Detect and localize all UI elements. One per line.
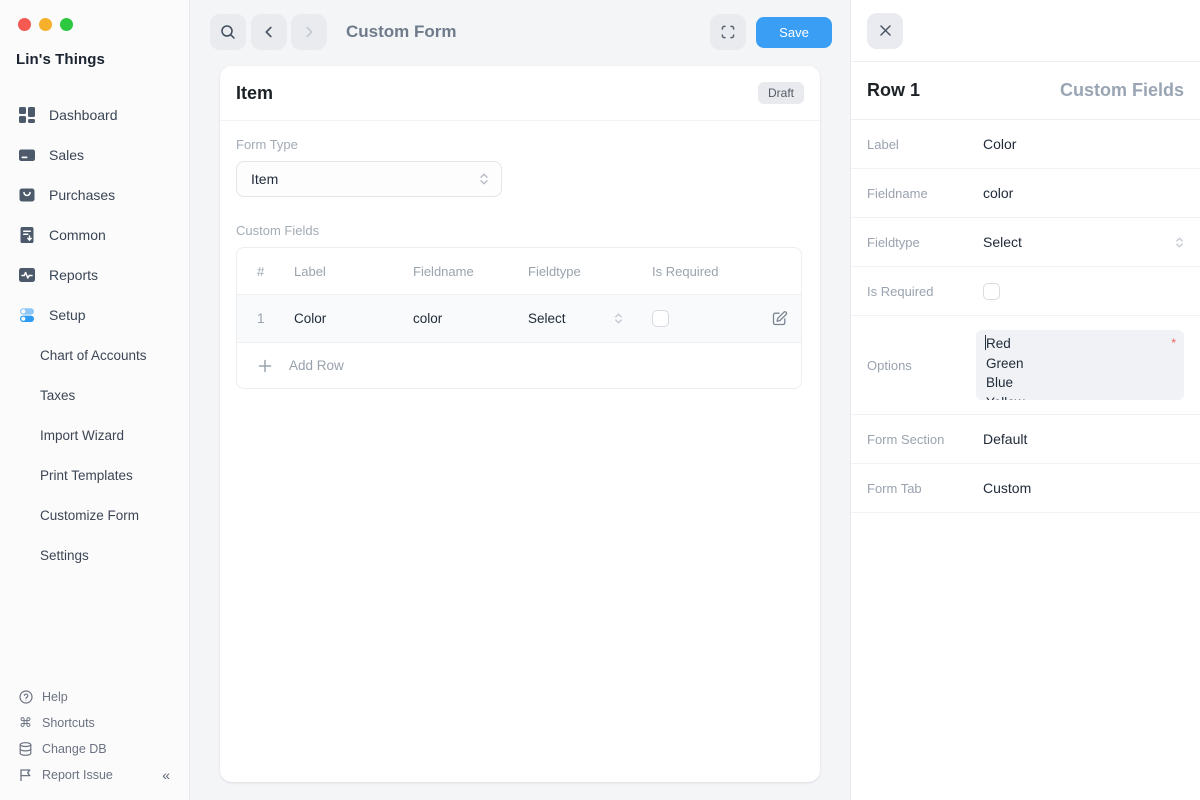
dashboard-icon (18, 106, 36, 124)
label-input[interactable]: Color (983, 136, 1016, 152)
sidebar-item-purchases[interactable]: Purchases (0, 175, 189, 215)
sidebar-item-settings[interactable]: Settings (0, 535, 189, 575)
chevron-left-icon (262, 25, 276, 39)
help-link[interactable]: Help (18, 684, 189, 710)
required-asterisk: * (1171, 334, 1176, 354)
detail-row-label: Label Color (851, 120, 1200, 169)
window-controls (0, 0, 189, 31)
detail-row-form-section: Form Section Default (851, 415, 1200, 464)
sidebar-item-dashboard[interactable]: Dashboard (0, 95, 189, 135)
detail-row-fieldname: Fieldname color (851, 169, 1200, 218)
window-zoom-button[interactable] (60, 18, 73, 31)
chevron-updown-icon (1175, 236, 1184, 249)
sidebar-item-common[interactable]: Common (0, 215, 189, 255)
expand-button[interactable] (710, 14, 746, 50)
forward-button[interactable] (291, 14, 327, 50)
chevron-updown-icon (479, 172, 489, 186)
detail-panel-header: Row 1 Custom Fields (851, 62, 1200, 120)
detail-panel: Row 1 Custom Fields Label Color Fieldnam… (850, 0, 1200, 800)
page-title: Custom Form (346, 22, 457, 42)
options-textarea[interactable]: Red Green Blue Yellow * (976, 330, 1184, 400)
form-card: Item Draft Form Type Item Custom Fields … (220, 66, 820, 782)
workspace-title: Lin's Things (0, 31, 189, 68)
app-window: Lin's Things Dashboard Sales Purchases (0, 0, 1200, 800)
save-button[interactable]: Save (756, 17, 832, 48)
detail-row-form-tab: Form Tab Custom (851, 464, 1200, 513)
fieldname-input[interactable]: color (983, 185, 1013, 201)
close-panel-button[interactable] (867, 13, 903, 49)
custom-fields-table: # Label Fieldname Fieldtype Is Required … (236, 247, 802, 389)
sidebar: Lin's Things Dashboard Sales Purchases (0, 0, 190, 800)
setup-icon (18, 306, 36, 324)
detail-row-is-required: Is Required (851, 267, 1200, 316)
database-icon (18, 742, 33, 757)
form-title: Item (236, 83, 273, 104)
form-tab-input[interactable]: Custom (983, 480, 1031, 496)
fullscreen-icon (720, 24, 736, 40)
row-title: Row 1 (867, 80, 920, 101)
text-caret (985, 335, 986, 350)
form-card-header: Item Draft (220, 66, 820, 121)
add-row-button[interactable]: Add Row (237, 343, 801, 388)
help-icon (18, 690, 33, 705)
row-index: 1 (237, 311, 278, 326)
back-button[interactable] (251, 14, 287, 50)
search-button[interactable] (210, 14, 246, 50)
row-edit-button[interactable] (771, 310, 788, 327)
edit-pencil-icon (771, 310, 788, 327)
chevron-right-icon (302, 25, 316, 39)
form-type-label: Form Type (236, 137, 804, 152)
flag-icon (18, 768, 33, 783)
main-toolbar: Custom Form Save (190, 0, 850, 64)
table-row[interactable]: 1 Color color Select (237, 294, 801, 343)
sidebar-item-customize-form[interactable]: Customize Form (0, 495, 189, 535)
command-icon: ⌘ (18, 716, 33, 731)
plus-icon (257, 358, 273, 374)
detail-row-options: Options Red Green Blue Yellow * (851, 316, 1200, 415)
search-icon (220, 24, 236, 40)
sidebar-item-print-templates[interactable]: Print Templates (0, 455, 189, 495)
sidebar-item-reports[interactable]: Reports (0, 255, 189, 295)
row-fieldtype-select[interactable]: Select (512, 311, 636, 326)
shortcuts-link[interactable]: ⌘ Shortcuts (18, 710, 189, 736)
sidebar-item-chart-of-accounts[interactable]: Chart of Accounts (0, 335, 189, 375)
window-close-button[interactable] (18, 18, 31, 31)
chevron-updown-icon (614, 312, 623, 325)
sidebar-item-setup[interactable]: Setup (0, 295, 189, 335)
reports-icon (18, 266, 36, 284)
purchases-icon (18, 186, 36, 204)
panel-title: Custom Fields (1060, 80, 1184, 101)
sidebar-collapse-button[interactable]: « (162, 767, 169, 783)
report-issue-link[interactable]: Report Issue « (18, 762, 189, 788)
sidebar-footer: Help ⌘ Shortcuts Change DB Report Issue … (0, 684, 189, 800)
detail-panel-toolbar (851, 0, 1200, 62)
row-is-required-checkbox[interactable] (652, 310, 669, 327)
status-badge: Draft (758, 82, 804, 104)
common-icon (18, 226, 36, 244)
main-area: Custom Form Save Item Draft Form Type It… (190, 0, 850, 800)
custom-fields-label: Custom Fields (236, 223, 804, 238)
sidebar-item-import-wizard[interactable]: Import Wizard (0, 415, 189, 455)
sidebar-nav: Dashboard Sales Purchases Common (0, 95, 189, 575)
detail-row-fieldtype: Fieldtype Select (851, 218, 1200, 267)
table-header-row: # Label Fieldname Fieldtype Is Required (237, 248, 801, 294)
change-db-link[interactable]: Change DB (18, 736, 189, 762)
sidebar-item-taxes[interactable]: Taxes (0, 375, 189, 415)
row-label-cell[interactable]: Color (278, 311, 397, 326)
form-type-select[interactable]: Item (236, 161, 502, 197)
sales-icon (18, 146, 36, 164)
sidebar-item-sales[interactable]: Sales (0, 135, 189, 175)
form-section-input[interactable]: Default (983, 431, 1027, 447)
window-minimize-button[interactable] (39, 18, 52, 31)
close-icon (879, 24, 892, 37)
row-fieldname-cell[interactable]: color (397, 311, 512, 326)
is-required-checkbox[interactable] (983, 283, 1000, 300)
fieldtype-select[interactable]: Select (983, 234, 1022, 250)
